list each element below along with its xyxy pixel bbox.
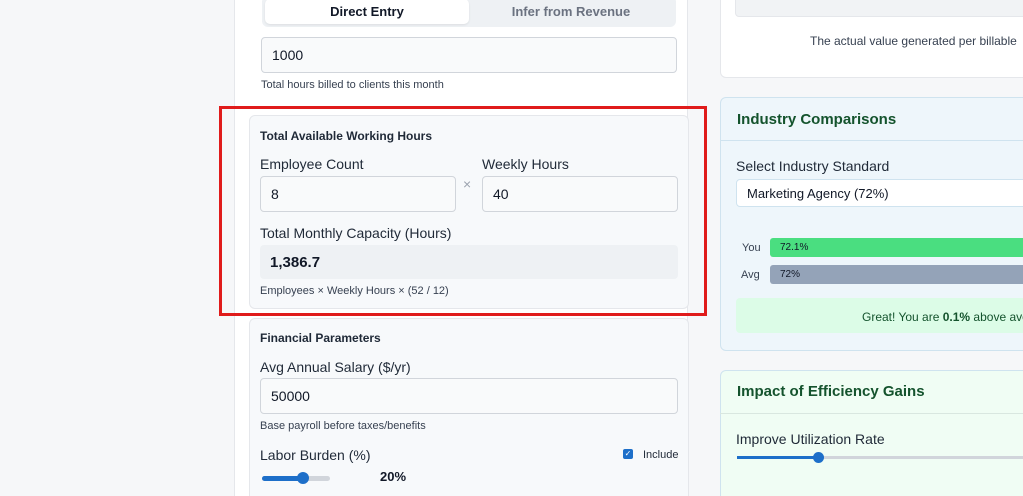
value-description: The actual value generated per billable [810,34,1017,48]
industry-select[interactable]: Marketing Agency (72%) [736,179,1023,207]
comparison-result-text: Great! You are 0.1% above ave [862,310,1023,324]
utilization-slider-thumb[interactable] [813,452,824,463]
billable-hours-input[interactable]: 1000 [261,37,677,73]
you-bar: 72.1% [770,238,1023,257]
labor-burden-slider-fill [262,476,302,481]
financial-section-title: Financial Parameters [260,331,381,345]
improve-utilization-label: Improve Utilization Rate [736,431,885,447]
utilization-slider-fill [737,456,819,459]
salary-label: Avg Annual Salary ($/yr) [260,359,411,375]
avg-bar: 72% [770,265,1023,284]
value-display [735,0,1023,17]
labor-burden-slider[interactable] [262,472,330,484]
labor-burden-value: 20% [380,469,407,484]
tab-infer-from-revenue[interactable]: Infer from Revenue [469,0,673,24]
you-bar-label: You [742,242,761,254]
include-label: Include [643,449,679,461]
billable-hours-help: Total hours billed to clients this month [261,79,444,91]
efficiency-impact-title: Impact of Efficiency Gains [737,383,925,400]
industry-select-label: Select Industry Standard [736,158,890,174]
industry-comparisons-title: Industry Comparisons [737,111,897,128]
tab-direct-entry[interactable]: Direct Entry [265,0,469,24]
include-checkbox[interactable]: ✓ [623,449,633,459]
highlight-box [219,106,707,316]
salary-help: Base payroll before taxes/benefits [260,420,426,432]
entry-mode-tabs: Direct Entry Infer from Revenue [262,0,676,27]
salary-input[interactable]: 50000 [260,378,678,414]
labor-burden-label: Labor Burden (%) [260,447,371,463]
utilization-slider[interactable] [737,452,1023,463]
avg-bar-label: Avg [741,269,760,281]
labor-burden-slider-thumb[interactable] [297,472,309,484]
